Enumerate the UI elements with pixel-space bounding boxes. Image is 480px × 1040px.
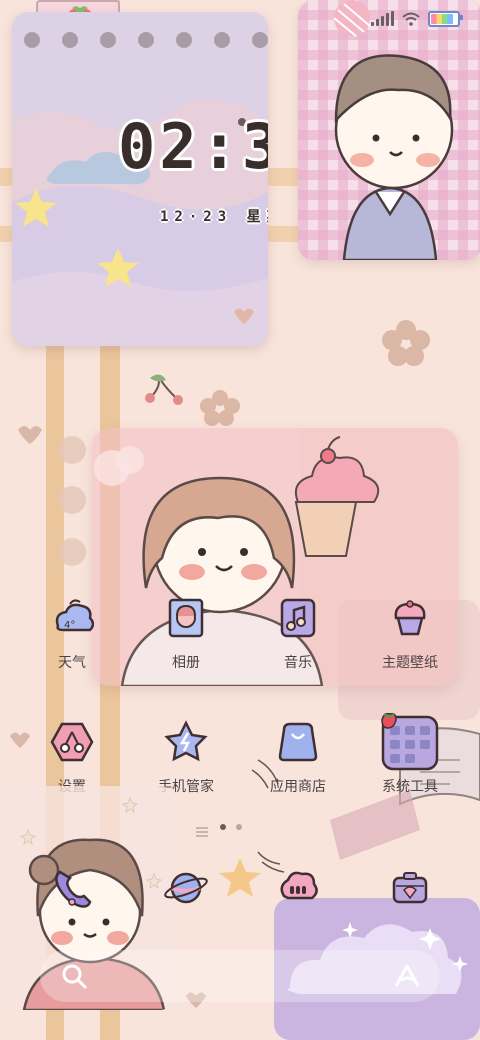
app-label: 应用商店 [270, 779, 326, 795]
search-bar[interactable] [40, 950, 440, 1002]
music-note-icon [276, 596, 320, 640]
app-music[interactable]: 音乐 [248, 596, 348, 672]
page-dot[interactable] [236, 824, 242, 830]
app-store-bag-icon [276, 720, 320, 764]
messages-cloud-icon [276, 866, 320, 910]
signal-bars-icon [371, 11, 394, 26]
app-label: 相册 [172, 655, 200, 671]
app-label: 系统工具 [382, 779, 438, 795]
page-dot-active[interactable] [220, 824, 226, 830]
weather-cloud-icon: 4° [50, 596, 94, 640]
app-label: 主题壁纸 [382, 655, 438, 671]
clock-date: 12·23 星期三 [160, 209, 268, 225]
battery-icon [428, 11, 463, 27]
app-themes[interactable]: 主题壁纸 [360, 596, 460, 672]
app-store[interactable]: 应用商店 [248, 720, 348, 796]
phone-dial-icon [50, 866, 94, 910]
browser-planet-icon [164, 866, 208, 910]
system-tools-folder-icon [380, 712, 440, 772]
theme-cupcake-icon [388, 596, 432, 640]
assistant-a-icon[interactable] [392, 962, 422, 990]
cherry-settings-icon [50, 720, 94, 764]
app-phone-manager[interactable]: 手机管家 [136, 720, 236, 796]
dock-messages[interactable] [248, 866, 348, 910]
app-gallery[interactable]: 相册 [136, 596, 236, 672]
boy-photo-widget[interactable] [298, 0, 480, 260]
search-icon[interactable] [60, 962, 88, 990]
page-indicator[interactable] [220, 824, 242, 830]
status-bar [371, 8, 463, 30]
phone-manager-star-icon [164, 720, 208, 764]
app-label: 音乐 [284, 655, 312, 671]
gallery-icon [164, 596, 208, 640]
camera-icon [388, 866, 432, 910]
svg-text:4°: 4° [64, 620, 75, 631]
striped-circle-sticker [333, 0, 371, 37]
app-settings[interactable]: 设置 [22, 720, 122, 796]
boy-illustration [334, 54, 454, 260]
wifi-icon [402, 12, 420, 26]
dock-browser[interactable] [136, 866, 236, 910]
page-indicator-lines-icon [196, 822, 208, 837]
clock-widget[interactable]: 02:36 12·23 星期三 [12, 12, 268, 346]
dock-camera[interactable] [360, 866, 460, 910]
app-weather[interactable]: 4° 天气 [22, 596, 122, 672]
app-system-tools-folder[interactable]: 系统工具 [360, 712, 460, 796]
clock-time: 02:36 [118, 110, 268, 183]
notebook-rings [24, 32, 268, 48]
dock-phone[interactable] [22, 866, 122, 910]
app-label: 天气 [58, 655, 86, 671]
